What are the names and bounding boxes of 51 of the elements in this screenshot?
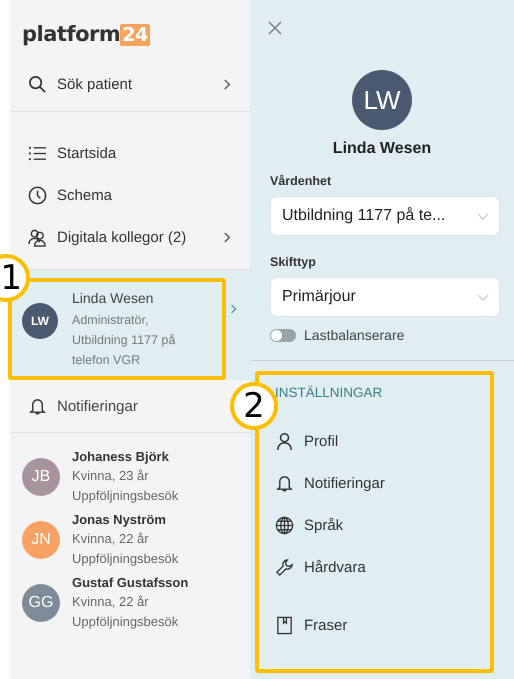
book-icon [275,616,294,634]
patient-avatar: JB [22,458,60,496]
chevron-icon [223,78,232,90]
close-icon[interactable] [268,21,282,35]
patient-avatar: JN [22,520,60,558]
user-role: Administratör, Utbildning 1177 på telefon VGR [72,312,176,369]
patient-item[interactable]: JN Jonas Nyström Kvinna, 22 år Uppföljningsbesök [22,510,250,569]
profile-avatar: LW [352,70,412,130]
patient-info: Kvinna, 23 år [72,467,150,485]
settings-heading: INSTÄLLNINGAR [275,385,384,400]
avatar: LW [22,303,58,339]
chevron-icon [230,303,238,315]
settings-item[interactable]: Språk [275,504,474,546]
user-name: Linda Wesen [72,290,154,306]
patient-item[interactable]: GG Gustaf Gustafsson Kvinna, 22 år Uppföljningsbesök [22,573,250,632]
patient-item[interactable]: JB Johaness Björk Kvinna, 23 år Uppföljningsbesök [22,447,250,506]
visit-type: Uppföljningsbesök [72,550,178,568]
settings-item[interactable]: Hårdvara [275,546,474,588]
chevron-icon [223,230,232,244]
chevron-down-icon [477,212,489,220]
settings-item[interactable]: Notifieringar [275,462,474,504]
patient-name: Jonas Nyström [72,511,167,529]
clock-icon [28,186,47,204]
settings-item[interactable]: Fraser [275,604,474,646]
visit-type: Uppföljningsbesök [72,613,180,631]
bell-icon [275,474,294,492]
nav-item[interactable]: Startsida [10,132,250,174]
nav-item[interactable]: Schema [10,174,250,216]
people-icon [28,228,47,246]
search-icon [28,74,47,94]
profile-name: Linda Wesen [332,140,432,158]
wrench-icon [275,558,294,576]
chevron-down-icon [477,294,489,300]
globe-icon [275,516,294,534]
field-label: Vårdenhet [270,174,332,188]
settings-item[interactable]: Profil [275,420,474,462]
patient-name: Gustaf Gustafsson [72,574,188,592]
field-label: Skifttyp [270,255,317,269]
visit-type: Uppföljningsbesök [72,487,178,505]
toggle-switch[interactable] [270,328,296,342]
patient-info: Kvinna, 22 år [72,530,150,548]
dropdown-field[interactable]: Utbildning 1177 på te... [270,196,500,236]
dropdown-field[interactable]: Primärjour [270,277,500,317]
toggle-label: Lastbalanserare [304,327,404,343]
patient-name: Johaness Björk [72,448,170,466]
notifications-item[interactable]: Notifieringar [10,380,224,432]
patient-avatar: GG [22,584,60,622]
patient-info: Kvinna, 22 år [72,593,150,611]
logo: platform 24 [22,22,150,47]
bell-icon [28,396,47,416]
person-icon [275,432,294,450]
